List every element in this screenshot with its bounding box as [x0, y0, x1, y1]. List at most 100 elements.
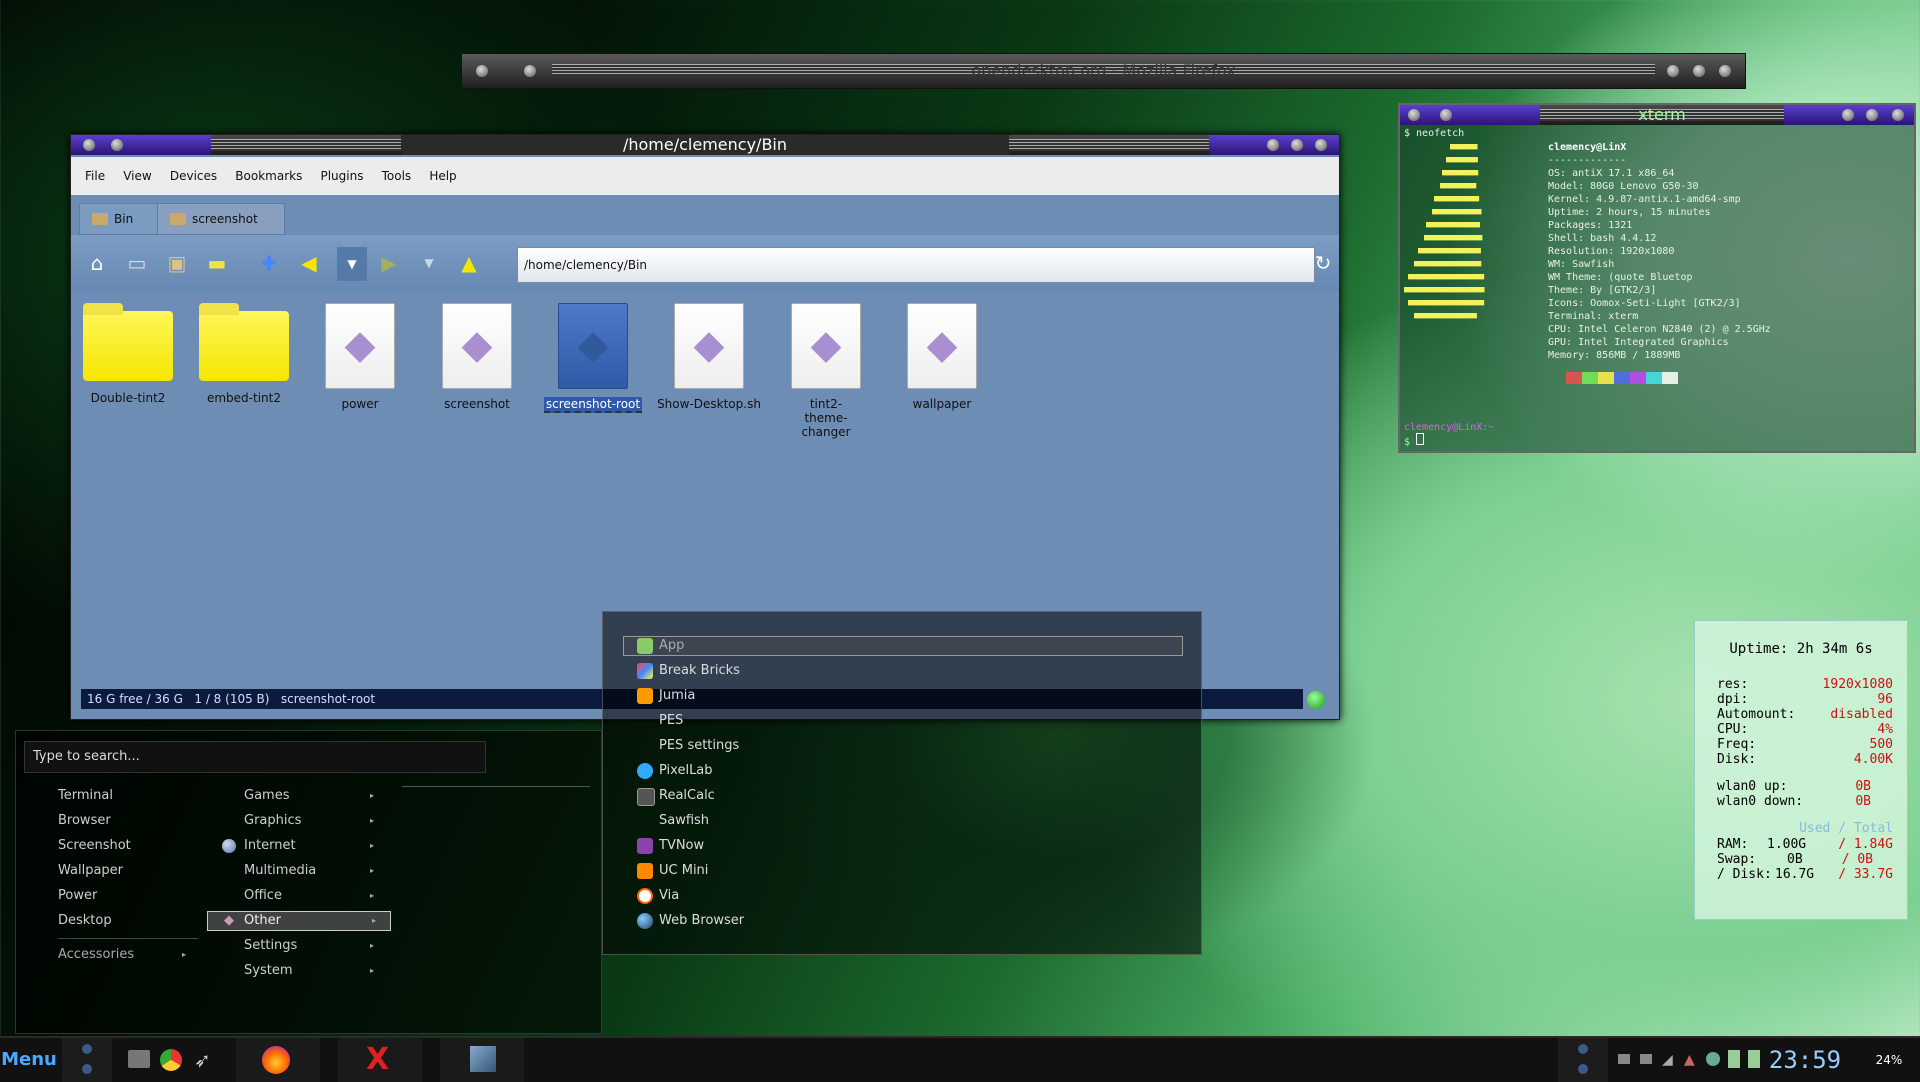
category-graphics[interactable]: Graphics ▸ — [244, 812, 374, 830]
submenu-item-via[interactable]: Via — [659, 886, 679, 906]
category-internet[interactable]: Internet ▸ — [222, 837, 374, 855]
shade-icon[interactable] — [111, 139, 123, 151]
prompt-symbol: $ — [1404, 437, 1411, 448]
submenu-item-jumia[interactable]: Jumia — [659, 686, 695, 706]
file-item[interactable]: power — [305, 303, 415, 411]
drive-icon[interactable]: ▭ — [125, 251, 149, 275]
category-system[interactable]: System ▸ — [244, 962, 374, 980]
workspace-switcher[interactable] — [62, 1038, 112, 1082]
clock[interactable]: 23:59 — [1750, 1038, 1860, 1082]
menu-search-input[interactable]: Type to search... — [24, 741, 486, 773]
category-multimedia[interactable]: Multimedia ▸ — [244, 862, 374, 880]
file-manager-titlebar[interactable]: /home/clemency/Bin — [71, 135, 1339, 155]
category-office[interactable]: Office ▸ — [244, 887, 374, 905]
file-item[interactable]: wallpaper — [887, 303, 997, 411]
workspace-switcher-right[interactable] — [1558, 1038, 1608, 1082]
forward-history-dropdown-icon[interactable]: ▼ — [417, 251, 441, 275]
file-item[interactable]: screenshot — [422, 303, 532, 411]
category-settings[interactable]: Settings ▸ — [244, 937, 374, 955]
file-item[interactable]: tint2-theme-changer — [771, 303, 881, 439]
category-accessories[interactable]: Accessories ▸ — [58, 946, 186, 964]
file-item-selected[interactable]: screenshot-root — [538, 303, 648, 413]
firefox-titlebar[interactable]: opendesktop.org - Mozilla Firefox — [462, 54, 1745, 88]
maximize-icon[interactable] — [1693, 65, 1705, 77]
home-icon[interactable]: ⌂ — [85, 251, 109, 275]
close-icon[interactable] — [1892, 109, 1904, 121]
submenu-item-pixellab[interactable]: PixelLab — [659, 761, 713, 781]
bookmark-folder-icon[interactable]: ▣ — [165, 251, 189, 275]
workspace-dot — [82, 1044, 92, 1054]
volume-icon[interactable]: ◢ — [1662, 1052, 1676, 1068]
chevron-right-icon: ▸ — [369, 791, 374, 800]
menu-file[interactable]: File — [85, 157, 105, 195]
favorite-browser[interactable]: Browser — [58, 812, 111, 830]
open-folder-icon[interactable]: ▬ — [205, 251, 229, 275]
menu-button[interactable]: Menu — [0, 1038, 58, 1082]
category-other[interactable]: ◆ Other ▸ — [224, 912, 384, 930]
new-item-icon[interactable]: ✚ — [257, 251, 281, 275]
usb-icon[interactable] — [1618, 1054, 1630, 1064]
file-item[interactable]: embed-tint2 — [189, 303, 299, 405]
favorite-desktop[interactable]: Desktop — [58, 912, 112, 930]
window-menu-icon[interactable] — [1408, 109, 1420, 121]
color-swatch — [1662, 372, 1678, 384]
terminal-output[interactable]: $ neofetch ■■■■■■ ■■■■■■■ ■■■■■■■■ ■■■■■… — [1404, 127, 1910, 448]
tab-screenshot[interactable]: screenshot — [157, 203, 285, 235]
back-arrow-icon[interactable]: ◀ — [297, 251, 321, 275]
network-icon[interactable]: ▲ — [1684, 1052, 1698, 1068]
conky-row: Swap: 0B / 0B — [1717, 852, 1893, 867]
submenu-item-app[interactable]: App — [659, 636, 684, 656]
up-arrow-icon[interactable]: ▲ — [457, 251, 481, 275]
file-item[interactable]: Double-tint2 — [73, 303, 183, 405]
xterm-titlebar[interactable]: xterm — [1400, 105, 1914, 125]
submenu-item-pes[interactable]: PES — [659, 711, 683, 731]
shade-icon[interactable] — [1440, 109, 1452, 121]
back-history-dropdown-icon[interactable]: ▼ — [337, 247, 367, 281]
submenu-item-sawfish[interactable]: Sawfish — [659, 811, 709, 831]
minimize-icon[interactable] — [1267, 139, 1279, 151]
minimize-icon[interactable] — [1842, 109, 1854, 121]
forward-arrow-icon[interactable]: ▶ — [377, 251, 401, 275]
xterm-window[interactable]: xterm $ neofetch ■■■■■■ ■■■■■■■ ■■■■■■■■… — [1398, 103, 1916, 453]
favorite-terminal[interactable]: Terminal — [58, 787, 113, 805]
task-file-manager[interactable] — [440, 1038, 524, 1082]
file-manager-launcher-icon[interactable] — [128, 1050, 150, 1068]
task-firefox[interactable] — [236, 1038, 320, 1082]
task-xterm[interactable]: X — [338, 1038, 422, 1082]
favorite-wallpaper[interactable]: Wallpaper — [58, 862, 123, 880]
update-icon[interactable] — [1706, 1052, 1720, 1066]
menu-bookmarks[interactable]: Bookmarks — [235, 157, 302, 195]
maximize-icon[interactable] — [1866, 109, 1878, 121]
favorite-power[interactable]: Power — [58, 887, 97, 905]
submenu-item-tvnow[interactable]: TVNow — [659, 836, 704, 856]
submenu-item-uc-mini[interactable]: UC Mini — [659, 861, 708, 881]
favorite-screenshot[interactable]: Screenshot — [58, 837, 131, 855]
maximize-icon[interactable] — [1291, 139, 1303, 151]
address-bar[interactable]: /home/clemency/Bin — [517, 247, 1315, 283]
value: 0B — [1855, 779, 1871, 794]
submenu-item-web-browser[interactable]: Web Browser — [659, 911, 744, 931]
close-icon[interactable] — [1719, 65, 1731, 77]
submenu-item-break-bricks[interactable]: Break Bricks — [659, 661, 740, 681]
minimize-icon[interactable] — [1667, 65, 1679, 77]
reload-icon[interactable]: ↻ — [1311, 251, 1335, 275]
menu-devices[interactable]: Devices — [170, 157, 217, 195]
info-line: WM: Sawfish — [1548, 259, 1615, 270]
window-menu-icon[interactable] — [83, 139, 95, 151]
submenu-item-pes-settings[interactable]: PES settings — [659, 736, 739, 756]
firefox-window[interactable]: opendesktop.org - Mozilla Firefox — [461, 53, 1746, 89]
calculator-icon — [637, 788, 655, 806]
category-games[interactable]: Games ▸ — [244, 787, 374, 805]
submenu-item-realcalc[interactable]: RealCalc — [659, 786, 715, 806]
rocket-icon[interactable]: ➶ — [194, 1038, 216, 1082]
drive-icon[interactable] — [1640, 1054, 1652, 1064]
close-icon[interactable] — [1315, 139, 1327, 151]
info-line: CPU: Intel Celeron N2840 (2) @ 2.5GHz — [1548, 324, 1771, 335]
menu-tools[interactable]: Tools — [382, 157, 412, 195]
tab-bar: Bin screenshot — [71, 195, 1339, 236]
file-item[interactable]: Show-Desktop.sh — [654, 303, 764, 411]
menu-help[interactable]: Help — [429, 157, 456, 195]
menu-plugins[interactable]: Plugins — [320, 157, 363, 195]
chrome-icon[interactable] — [160, 1049, 182, 1071]
menu-view[interactable]: View — [123, 157, 151, 195]
